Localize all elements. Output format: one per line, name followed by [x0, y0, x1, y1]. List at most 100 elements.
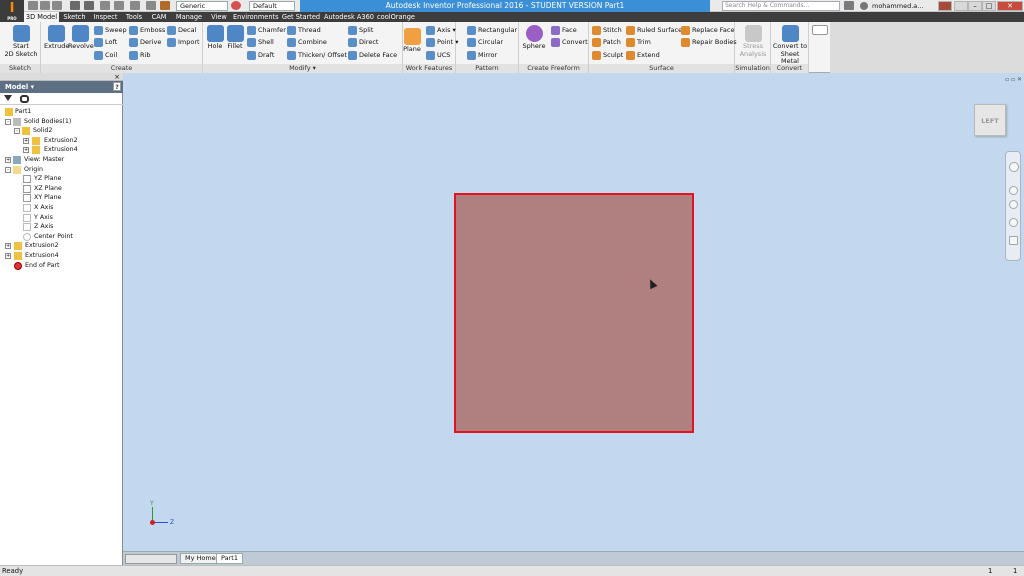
collapse-icon[interactable]: -	[5, 166, 11, 173]
browser-header[interactable]: Model ▾ ?	[0, 81, 123, 93]
fillet-button[interactable]: Fillet	[225, 25, 245, 51]
direct-button[interactable]: Direct	[348, 37, 378, 48]
tree-item-extrusion2-body[interactable]: + Extrusion2	[0, 136, 123, 146]
collapse-icon[interactable]: -	[5, 118, 11, 125]
save-icon[interactable]	[52, 1, 62, 10]
axis-button[interactable]: Axis ▾	[426, 25, 456, 36]
tree-item-extrusion4[interactable]: + Extrusion4	[0, 251, 123, 261]
tree-item-z-axis[interactable]: Z Axis	[0, 222, 123, 232]
viewcube[interactable]: LEFT	[974, 104, 1006, 136]
rib-button[interactable]: Rib	[129, 50, 150, 61]
tab-coolorange[interactable]: coolOrange	[376, 12, 416, 22]
mirror-button[interactable]: Mirror	[467, 50, 497, 61]
shell-button[interactable]: Shell	[247, 37, 274, 48]
tree-item-end-of-part[interactable]: End of Part	[0, 261, 123, 271]
tab-environments[interactable]: Environments	[233, 12, 279, 22]
redo-icon[interactable]	[84, 1, 94, 10]
maximize-button[interactable]: □	[982, 1, 996, 11]
sweep-button[interactable]: Sweep	[94, 25, 127, 36]
tab-tools[interactable]: Tools	[123, 12, 145, 22]
pan-icon[interactable]	[1009, 186, 1018, 195]
delete-face-button[interactable]: Delete Face	[348, 50, 397, 61]
sphere-button[interactable]: Sphere	[521, 25, 547, 51]
exchange-apps-icon[interactable]	[938, 1, 952, 11]
tree-item-xy-plane[interactable]: XY Plane	[0, 193, 123, 203]
new-file-icon[interactable]	[28, 1, 38, 10]
rectangular-pattern-button[interactable]: Rectangular	[467, 25, 517, 36]
tree-item-extrusion4-body[interactable]: + Extrusion4	[0, 145, 123, 155]
thread-button[interactable]: Thread	[287, 25, 321, 36]
split-button[interactable]: Split	[348, 25, 373, 36]
material-dropdown[interactable]: Generic	[176, 1, 228, 11]
viewport-window-controls[interactable]: ▫ ▫ ✕	[992, 76, 1022, 84]
help-search-input[interactable]: Search Help & Commands...	[722, 1, 840, 11]
tree-item-solid2[interactable]: - Solid2	[0, 126, 123, 136]
tree-item-view-master[interactable]: + View: Master	[0, 155, 123, 165]
open-file-icon[interactable]	[40, 1, 50, 10]
tab-3d-model[interactable]: 3D Model	[24, 12, 59, 22]
tab-view[interactable]: View	[208, 12, 230, 22]
close-button[interactable]: ✕	[997, 1, 1023, 11]
look-at-icon[interactable]	[1009, 236, 1018, 245]
window-arrange-icons[interactable]	[125, 554, 177, 564]
tab-part1[interactable]: Part1	[216, 553, 243, 564]
convert-button[interactable]: Convert	[551, 37, 588, 48]
extrude-button[interactable]: Extrude	[44, 25, 69, 51]
undo-icon[interactable]	[70, 1, 80, 10]
update-icon[interactable]	[114, 1, 124, 10]
patch-button[interactable]: Patch	[592, 37, 621, 48]
replace-face-button[interactable]: Replace Face	[681, 25, 734, 36]
ruled-surface-button[interactable]: Ruled Surface	[626, 25, 682, 36]
point-button[interactable]: Point ▾	[426, 37, 458, 48]
tab-my-home[interactable]: My Home	[180, 553, 221, 564]
stitch-button[interactable]: Stitch	[592, 25, 622, 36]
appearance-dropdown[interactable]: Default	[249, 1, 295, 11]
search-icon[interactable]	[844, 1, 854, 10]
steering-wheel-icon[interactable]	[1009, 162, 1019, 172]
expand-icon[interactable]: +	[5, 253, 11, 259]
repair-bodies-button[interactable]: Repair Bodies	[681, 37, 737, 48]
minimize-button[interactable]: –	[968, 1, 982, 11]
emboss-button[interactable]: Emboss	[129, 25, 165, 36]
loft-button[interactable]: Loft	[94, 37, 117, 48]
tree-item-extrusion2[interactable]: + Extrusion2	[0, 241, 123, 251]
browser-title[interactable]: Model ▾	[5, 83, 34, 91]
trim-button[interactable]: Trim	[626, 37, 651, 48]
convert-to-sheet-metal-button[interactable]: Convert to Sheet Metal	[772, 25, 808, 66]
help-icon[interactable]	[954, 1, 968, 11]
application-menu-button[interactable]: I PRO	[0, 0, 24, 22]
coil-button[interactable]: Coil	[94, 50, 117, 61]
measure-icon[interactable]	[146, 1, 156, 10]
combine-button[interactable]: Combine	[287, 37, 327, 48]
derive-button[interactable]: Derive	[129, 37, 161, 48]
user-account[interactable]: mohammed.a...	[860, 0, 936, 12]
tree-item-origin[interactable]: - Origin	[0, 165, 123, 175]
tree-item-xz-plane[interactable]: XZ Plane	[0, 184, 123, 194]
collapse-icon[interactable]: -	[14, 128, 20, 135]
close-browser-icon[interactable]: ×	[114, 73, 120, 81]
sculpt-button[interactable]: Sculpt	[592, 50, 623, 61]
ribbon-options-dropdown[interactable]	[812, 25, 828, 35]
decal-button[interactable]: Decal	[167, 25, 196, 36]
tree-item-center-point[interactable]: Center Point	[0, 232, 123, 242]
ucs-button[interactable]: UCS	[426, 50, 450, 61]
home-icon[interactable]	[100, 1, 110, 10]
expand-icon[interactable]: +	[23, 137, 29, 144]
expand-icon[interactable]: +	[5, 243, 11, 250]
start-2d-sketch-button[interactable]: Start 2D Sketch	[4, 25, 38, 58]
revolve-button[interactable]: Revolve	[68, 25, 94, 51]
tab-cam[interactable]: CAM	[148, 12, 170, 22]
panel-label-modify[interactable]: Modify ▾	[203, 64, 402, 73]
tree-item-yz-plane[interactable]: YZ Plane	[0, 174, 123, 184]
tab-inspect[interactable]: Inspect	[91, 12, 120, 22]
tree-item-x-axis[interactable]: X Axis	[0, 203, 123, 213]
expand-icon[interactable]: +	[5, 157, 11, 163]
tree-item-y-axis[interactable]: Y Axis	[0, 213, 123, 223]
plane-button[interactable]: Plane	[403, 28, 421, 54]
tree-item-solid-bodies[interactable]: - Solid Bodies(1)	[0, 117, 123, 127]
tab-sketch[interactable]: Sketch	[61, 12, 88, 22]
extrusion-face[interactable]	[454, 193, 694, 433]
browser-help-icon[interactable]: ?	[113, 82, 121, 91]
zoom-icon[interactable]	[1009, 200, 1018, 209]
select-icon[interactable]	[130, 1, 140, 10]
